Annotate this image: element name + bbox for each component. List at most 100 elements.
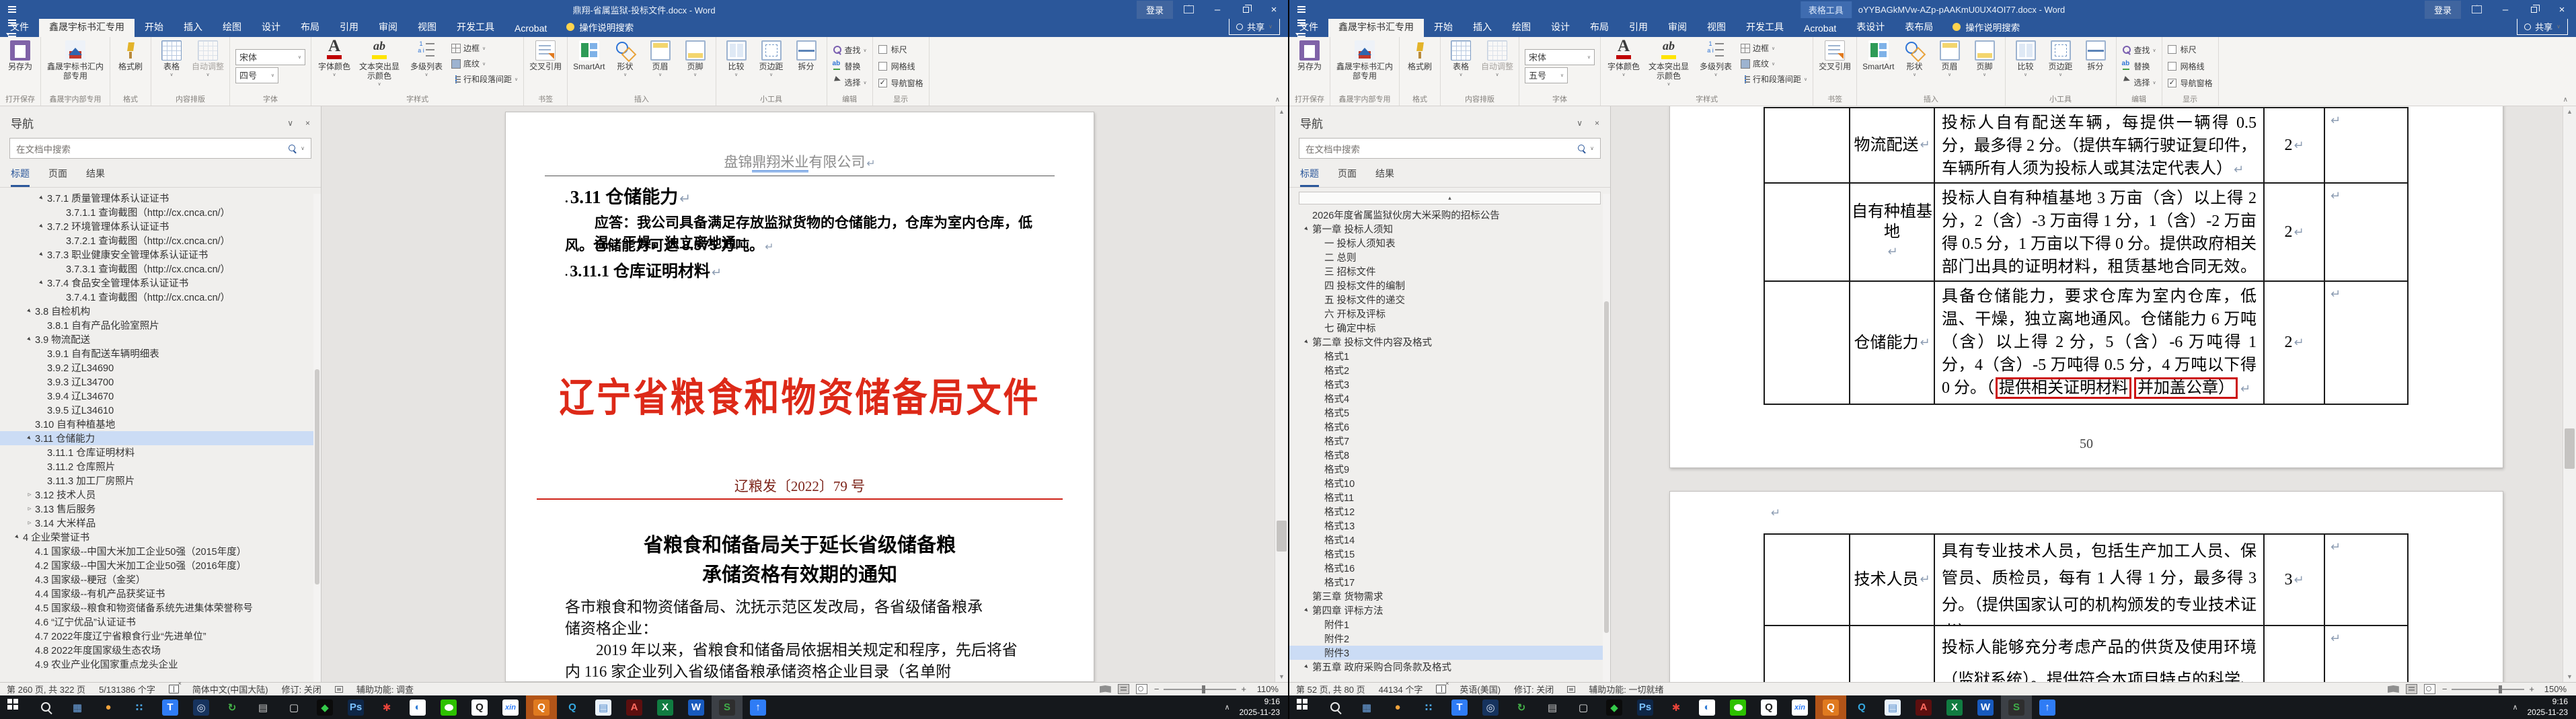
nav-heading-item[interactable]: 4.4 国家级--有机产品获奖证书 (0, 586, 321, 601)
accessibility-indicator[interactable]: 辅助功能: 一切就绪 (1589, 683, 1663, 695)
ribbon-tab[interactable]: 开始 (1424, 16, 1463, 37)
score-cell[interactable]: 3 ↵ (2265, 535, 2325, 625)
table-row[interactable]: 技术人员 ↵ 具有专业技术人员，包括生产加工人员、保管员、质检员，每有 1 人得 … (1765, 535, 2407, 626)
nav-heading-item[interactable]: 3.7.2 环境管理体系认证证书 (0, 219, 321, 233)
expand-arrow-icon[interactable] (12, 533, 23, 541)
nav-heading-item[interactable]: 附件2 (1289, 632, 1610, 646)
footer-button[interactable]: 页脚 ∨ (681, 40, 710, 78)
nav-heading-item[interactable]: 3.9.4 辽L34670 (0, 389, 321, 403)
browser-360-app-icon[interactable]: ◐ (402, 695, 433, 719)
zoom-slider-thumb[interactable] (2498, 685, 2502, 693)
collapse-ribbon-icon[interactable]: ∧ (1275, 96, 1280, 104)
wechat-app-icon[interactable] (1722, 695, 1753, 719)
score-cell[interactable]: 2 ↵ (2265, 282, 2325, 404)
close-button[interactable]: × (1260, 0, 1288, 19)
expand-arrow-icon[interactable] (24, 307, 35, 315)
document-canvas[interactable]: 盘锦鼎翔米业有限公司 ↵ . 3.11 仓储能力↵ 应答：我公司具备满足存放监狱货物… (321, 106, 1275, 682)
table-button[interactable]: 表格 ∨ (1446, 40, 1476, 78)
proofing-errors-icon[interactable] (168, 680, 182, 693)
criteria-text-cell[interactable]: 具有专业技术人员，包括生产加工人员、保管员、质检员，每有 1 人得 1 分，最多… (1935, 535, 2265, 625)
print-layout-button[interactable] (1117, 684, 1129, 694)
margins-button[interactable]: 页边距 ∨ (2046, 40, 2076, 78)
search-caret-icon[interactable]: ∨ (1590, 145, 1594, 151)
nav-heading-item[interactable]: 3.7.3.1 查询截图（http://cx.cnca.cn/） (0, 262, 321, 276)
nav-heading-item[interactable]: 格式4 (1289, 391, 1610, 406)
calculator-app-icon[interactable]: ▦ (62, 695, 93, 719)
doc-paragraph[interactable]: 风。仓储能力可达 8.575 万吨。 ↵ (565, 235, 1047, 255)
ribbon-tab[interactable]: 开发工具 (447, 16, 504, 37)
autofit-button[interactable]: 自动调整 ∨ (192, 40, 224, 78)
gridlines-checkbox[interactable]: 网格线 (2167, 59, 2205, 73)
shapes-button[interactable]: 形状 ∨ (611, 40, 640, 78)
select-button[interactable]: 选择 ∨ (833, 75, 867, 89)
track-changes-indicator[interactable]: 修订: 关闭 (282, 683, 321, 695)
track-changes-indicator[interactable]: 修订: 关闭 (1514, 683, 1554, 695)
expand-arrow-icon[interactable] (1301, 225, 1312, 233)
xin-app-icon[interactable]: xin (1784, 695, 1815, 719)
ruler-checkbox[interactable]: 标尺 (878, 42, 907, 56)
font-size-select[interactable]: 五号 ∨ (1525, 67, 1568, 83)
dots-app-icon[interactable]: ∷ (1413, 695, 1444, 719)
nav-tab[interactable]: 结果 (86, 167, 105, 187)
search-icon[interactable] (31, 695, 62, 719)
multilevel-list-button[interactable]: 多级列表∨ (407, 40, 446, 78)
navigation-pane-checkbox[interactable]: 导航窗格 (2167, 75, 2213, 90)
document-page[interactable]: 物流配送 ↵ 投标人自有配送车辆，每提供一辆得 0.5 分，最多得 2 分。（提供… (1669, 106, 2503, 468)
nav-heading-item[interactable]: 3.14 大米样品 (0, 516, 321, 530)
ribbon-tab[interactable]: 引用 (330, 16, 369, 37)
criteria-text-cell[interactable]: 投标人能够充分考虑产品的供货及使用环境（监狱系统）。提供符合本项目特点的科学、切… (1935, 626, 2265, 682)
nav-heading-item[interactable]: 格式17 (1289, 575, 1610, 589)
ribbon-display-options-icon[interactable] (1184, 4, 1194, 13)
petro-app-icon[interactable]: ✱ (371, 695, 402, 719)
header-button[interactable]: 页眉 ∨ (1935, 40, 1965, 78)
ribbon-tab[interactable]: 绘图 (1502, 16, 1541, 37)
nav-heading-item[interactable]: 格式11 (1289, 490, 1610, 504)
nav-heading-item[interactable]: 三 招标文件 (1289, 264, 1610, 278)
nav-heading-item[interactable]: 4.5 国家级--粮食和物资储备系统先进集体荣誉称号 (0, 601, 321, 615)
font-size-select[interactable]: 四号 ∨ (235, 67, 279, 83)
notepad-app-icon[interactable]: ▤ (588, 695, 619, 719)
sync-app-icon[interactable]: ↻ (1506, 695, 1537, 719)
browser-360-app-icon[interactable]: ◐ (1692, 695, 1722, 719)
expand-arrow-icon[interactable] (36, 251, 47, 258)
gridlines-checkbox[interactable]: 网格线 (878, 59, 915, 73)
nav-heading-item[interactable]: 第五章 政府采购合同条款及格式 (1289, 660, 1610, 674)
vertical-scrollbar[interactable]: ▲ ▼ (2563, 106, 2576, 682)
nav-heading-item[interactable]: 3.9 物流配送 (0, 332, 321, 346)
upload-app-icon[interactable]: ↑ (2032, 695, 2063, 719)
ribbon-tab[interactable]: 布局 (291, 16, 330, 37)
zoom-slider-thumb[interactable] (1201, 685, 1205, 693)
minimize-button[interactable]: – (2491, 0, 2520, 19)
docs-app-icon[interactable]: T (155, 695, 186, 719)
nav-heading-item[interactable]: 4.7 2022年度辽宁省粮食行业“先进单位” (0, 629, 321, 643)
expand-arrow-icon[interactable] (1301, 607, 1312, 614)
taskbar-clock[interactable]: 9:16 2025-11-23 (1240, 697, 1281, 718)
nav-heading-item[interactable]: 3.7.1.1 查询截图（http://cx.cnca.cn/） (0, 205, 321, 219)
nav-heading-item[interactable]: 4.3 国家级--粳冠（金奖） (0, 572, 321, 586)
nav-heading-item[interactable]: 五 投标文件的递交 (1289, 293, 1610, 307)
accessibility-indicator[interactable]: 辅助功能: 调查 (356, 683, 414, 695)
dots-app-icon[interactable]: ∷ (124, 695, 155, 719)
nav-heading-item[interactable]: 格式13 (1289, 519, 1610, 533)
quark-browser-app-icon[interactable]: Q (1815, 695, 1846, 719)
expand-arrow-icon[interactable] (1301, 663, 1312, 671)
ribbon-tab[interactable]: 设计 (1541, 16, 1580, 37)
justify-icon[interactable] (1295, 16, 1308, 30)
language-indicator[interactable]: 简体中文(中国大陆) (192, 683, 268, 695)
nav-heading-item[interactable]: 附件3 (1289, 646, 1610, 660)
document-canvas[interactable]: 物流配送 ↵ 投标人自有配送车辆，每提供一辆得 0.5 分，最多得 2 分。（提供… (1611, 106, 2563, 682)
text-highlight-button[interactable]: 文本突出显示颜色∨ (357, 40, 402, 87)
zoom-in-icon[interactable]: + (2529, 684, 2534, 694)
ribbon-tab[interactable]: Acrobat (504, 19, 557, 37)
doc-body-line[interactable]: 后）。有效期将至，经研究决定，现将有关事项通知如下： (565, 677, 1047, 681)
text-highlight-button[interactable]: 文本突出显示颜色∨ (1646, 40, 1691, 87)
macro-recording-icon[interactable] (334, 685, 343, 693)
notice-title[interactable]: 承储资格有效期的通知 (506, 559, 1094, 587)
page-indicator[interactable]: 第 260 页, 共 322 页 (7, 683, 85, 695)
notice-title[interactable]: 省粮食和储备局关于延长省级储备粮 (506, 529, 1094, 558)
nav-close-icon[interactable]: × (1595, 118, 1599, 128)
nav-heading-item[interactable]: 格式3 (1289, 377, 1610, 391)
format-painter-button[interactable]: 格式刷 (1405, 40, 1435, 72)
rice-app-icon[interactable]: S (712, 695, 743, 719)
criteria-name-cell[interactable] (1850, 626, 1935, 682)
